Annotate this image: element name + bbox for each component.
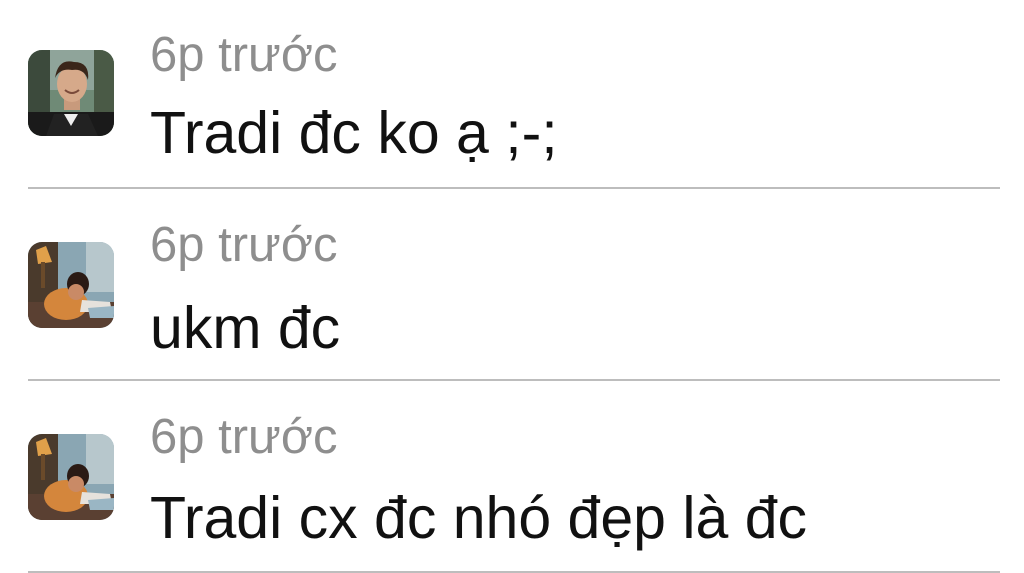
comment-time: 6p trước [150, 218, 338, 272]
comment-item[interactable]: 6p trước ukm đc [0, 190, 1024, 381]
comment-time: 6p trước [150, 28, 338, 82]
divider [28, 379, 1000, 381]
avatar[interactable] [28, 434, 114, 520]
comment-item[interactable]: 6p trước Tradi đc ko ạ ;-; [0, 0, 1024, 190]
user-photo-avatar-icon [28, 242, 114, 328]
comment-item[interactable]: 6p trước Tradi cx đc nhó đẹp là đc [0, 382, 1024, 573]
comment-time: 6p trước [150, 410, 338, 464]
comment-list: 6p trước Tradi đc ko ạ ;-; 6p trước ukm … [0, 0, 1024, 573]
comment-text: ukm đc [150, 295, 341, 361]
avatar[interactable] [28, 242, 114, 328]
comment-text: Tradi cx đc nhó đẹp là đc [150, 485, 808, 551]
avatar[interactable] [28, 50, 114, 136]
user-photo-avatar-icon [28, 434, 114, 520]
user-photo-avatar-icon [28, 50, 114, 136]
divider [28, 187, 1000, 189]
comment-text: Tradi đc ko ạ ;-; [150, 100, 558, 166]
